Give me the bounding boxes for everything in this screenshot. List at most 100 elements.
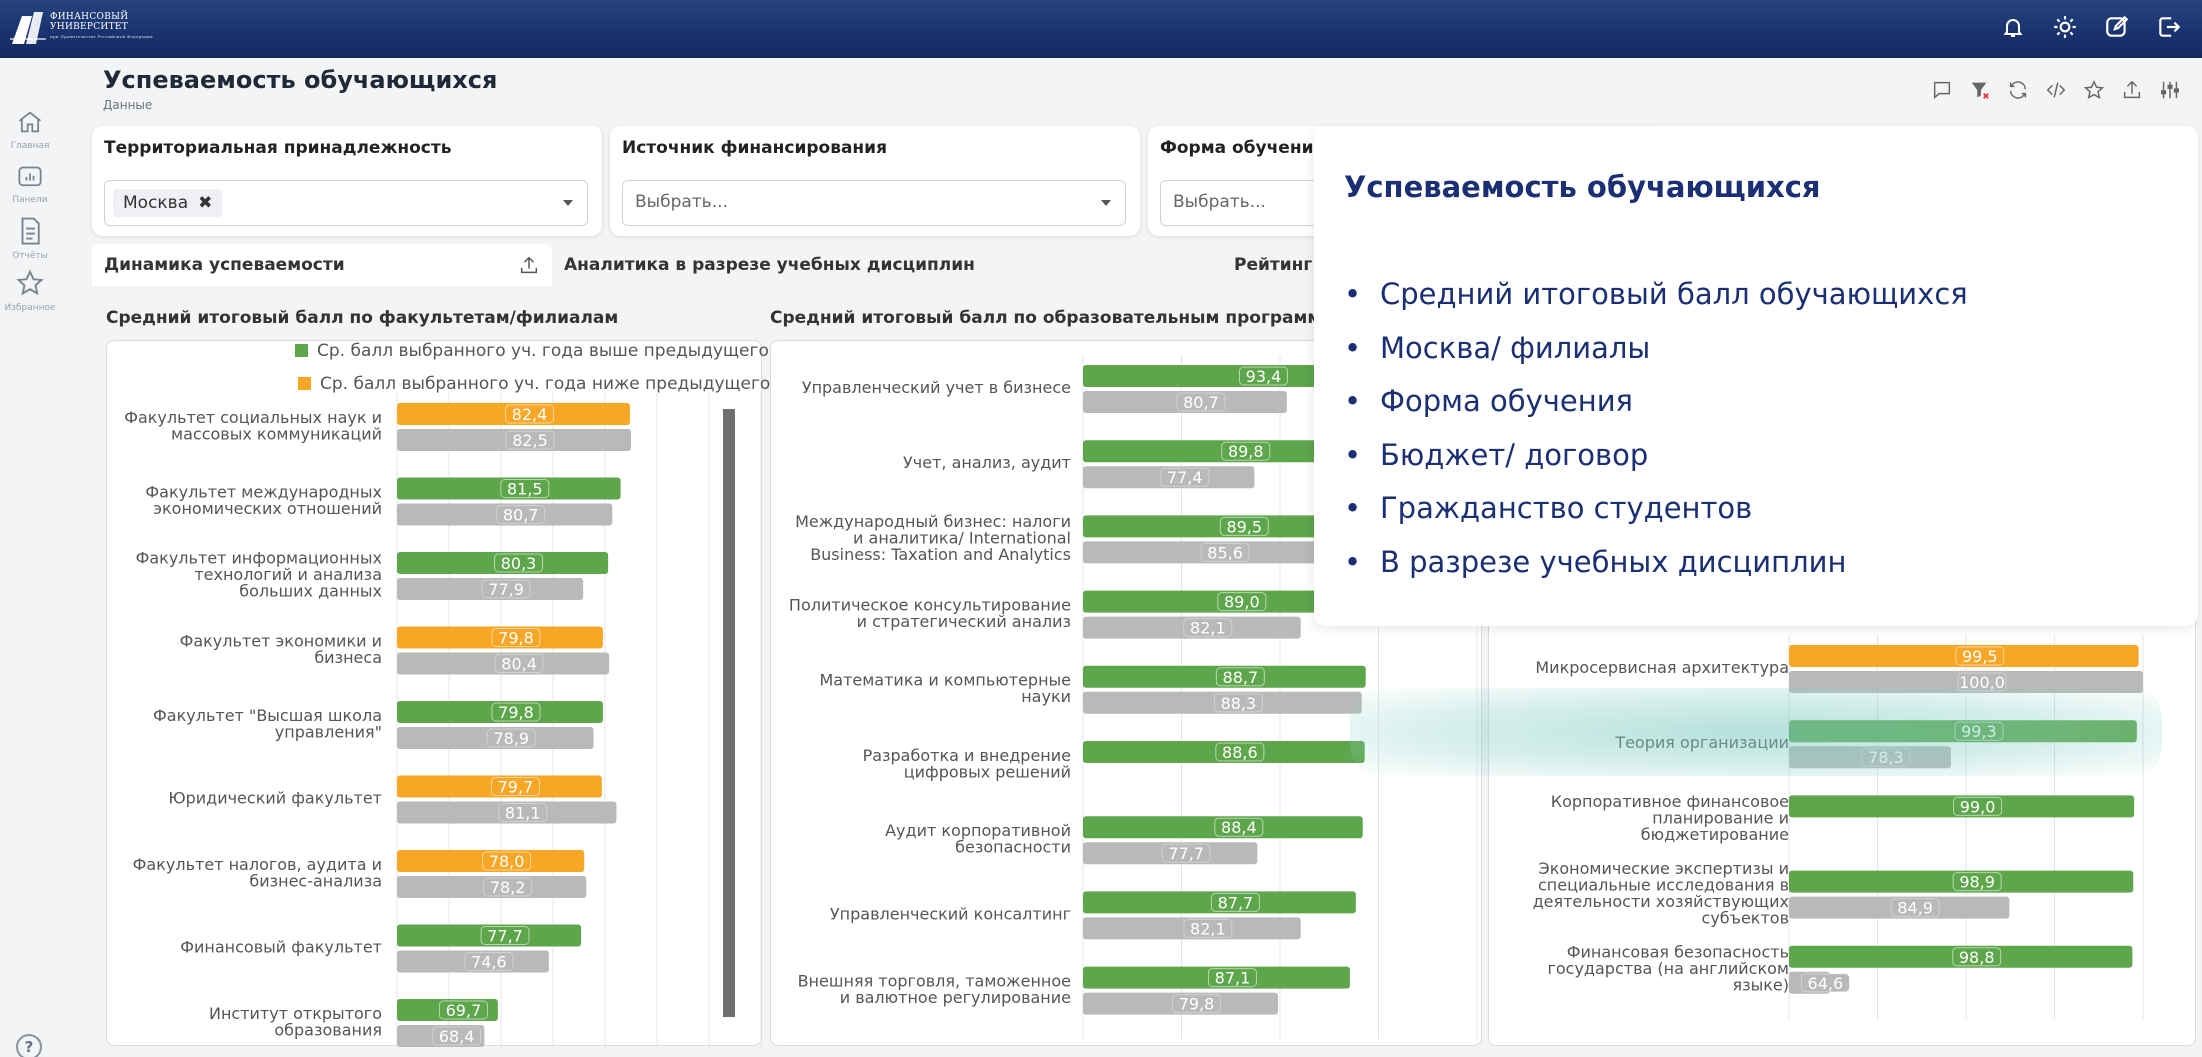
category-label: Международный бизнес: налоги и аналитика/… <box>795 512 1071 564</box>
value-label: 80,3 <box>501 554 537 573</box>
export-icon[interactable] <box>518 254 540 281</box>
sidebar-item-reports[interactable]: Отчёты <box>0 216 60 261</box>
funding-select[interactable]: Выбрать... <box>622 180 1126 226</box>
sidebar: Главная Панели Отчёты Избранное <box>0 58 60 1057</box>
value-label: 89,0 <box>1224 593 1260 612</box>
filter-funding: Источник финансирования Выбрать... <box>610 126 1140 236</box>
value-label: 79,8 <box>498 703 534 722</box>
share-icon[interactable] <box>2118 76 2146 104</box>
star-icon[interactable] <box>2080 76 2108 104</box>
dashboard-icon <box>18 166 42 187</box>
filter-clear-icon[interactable] <box>1966 76 1994 104</box>
tab-dynamics[interactable]: Динамика успеваемости <box>92 244 552 286</box>
chip-label: Москва <box>123 193 189 213</box>
refresh-icon[interactable] <box>2004 76 2032 104</box>
overlay-title: Успеваемость обучающихся <box>1344 170 1821 204</box>
category-label: Факультет экономики и бизнеса <box>180 631 382 667</box>
category-label: Факультет "Высшая школа управления" <box>153 706 382 742</box>
settings-icon[interactable] <box>2156 76 2184 104</box>
value-label: 99,0 <box>1960 797 1996 816</box>
sidebar-item-label: Панели <box>12 195 48 205</box>
value-label: 79,8 <box>498 629 534 648</box>
value-label: 82,4 <box>512 405 548 424</box>
category-label: Корпоративное финансовое планирование и бю… <box>1551 792 1789 844</box>
edit-icon[interactable] <box>2100 10 2134 44</box>
value-label: 87,7 <box>1218 893 1254 912</box>
value-label: 69,7 <box>446 1001 482 1020</box>
category-label: Факультет информационных технологий и ана… <box>136 549 382 601</box>
select-placeholder: Выбрать... <box>635 192 728 212</box>
overlay-list-item: Бюджет/ договор <box>1344 435 1968 489</box>
category-label: Факультет социальных наук и массовых комм… <box>124 408 382 444</box>
faculties-chart-panel: Ср. балл выбранного уч. года выше предыд… <box>106 340 770 1047</box>
filter-label: Источник финансирования <box>622 138 888 158</box>
value-label: 80,7 <box>503 506 539 525</box>
value-label: 64,6 <box>1808 974 1844 993</box>
sidebar-item-favorites[interactable]: Избранное <box>0 268 60 313</box>
filter-label: Форма обучения <box>1160 138 1325 158</box>
value-label: 85,6 <box>1207 543 1243 562</box>
category-label: Управленческий учет в бизнесе <box>802 378 1071 397</box>
value-label: 87,1 <box>1215 969 1251 988</box>
value-label: 93,4 <box>1246 367 1282 386</box>
value-label: 82,1 <box>1190 919 1226 938</box>
value-label: 89,5 <box>1226 517 1262 536</box>
scrollbar[interactable] <box>723 409 735 1017</box>
faculties-bar-chart: Факультет социальных наук и массовых комм… <box>124 393 762 1047</box>
star-icon <box>16 269 44 296</box>
chevron-down-icon[interactable] <box>563 200 573 206</box>
category-label: Финансовая безопасность государства (на а… <box>1547 942 1789 994</box>
value-label: 82,1 <box>1190 619 1226 638</box>
value-label: 84,9 <box>1897 899 1933 918</box>
value-label: 80,7 <box>1183 393 1219 412</box>
value-label: 78,2 <box>490 878 526 897</box>
logout-icon[interactable] <box>2152 10 2186 44</box>
category-label: Математика и компьютерные науки <box>819 671 1071 707</box>
sidebar-item-label: Главная <box>10 141 50 151</box>
code-icon[interactable] <box>2042 76 2070 104</box>
value-label: 88,7 <box>1223 668 1259 687</box>
university-logo[interactable]: ФИНАНСОВЫЙ УНИВЕРСИТЕТ при Правительстве… <box>10 8 153 46</box>
category-label: Юридический факультет <box>168 789 382 808</box>
close-icon[interactable]: ✖ <box>198 193 212 213</box>
filter-label: Территориальная принадлежность <box>104 138 452 158</box>
help-icon[interactable]: ? <box>16 1034 42 1057</box>
value-label: 79,8 <box>1179 995 1215 1014</box>
value-label: 81,1 <box>505 804 541 823</box>
value-label: 77,9 <box>488 580 524 599</box>
sidebar-item-label: Избранное <box>4 303 56 313</box>
sidebar-item-panels[interactable]: Панели <box>0 164 60 205</box>
tab-label: Аналитика в разрезе учебных дисциплин <box>564 255 975 275</box>
value-label: 89,8 <box>1228 442 1264 461</box>
tab-label: Динамика успеваемости <box>104 255 345 275</box>
sun-icon[interactable] <box>2048 10 2082 44</box>
category-label: Внешняя торговля, таможенное и валютное р… <box>798 971 1071 1007</box>
category-label: Финансовый факультет <box>180 938 382 957</box>
sidebar-item-home[interactable]: Главная <box>0 108 60 151</box>
category-label: Экономические экспертизы и специальные ис… <box>1533 859 1789 928</box>
chevron-down-icon[interactable] <box>1101 200 1111 206</box>
top-bar: ФИНАНСОВЫЙ УНИВЕРСИТЕТ при Правительстве… <box>0 0 2202 58</box>
selected-chip: Москва ✖ <box>113 189 223 217</box>
category-label: Факультет налогов, аудита и бизнес-анализ… <box>133 855 382 891</box>
sidebar-item-label: Отчёты <box>12 251 48 261</box>
value-label: 77,7 <box>487 927 523 946</box>
value-label: 68,4 <box>439 1027 475 1046</box>
info-overlay-card: Успеваемость обучающихся Средний итоговы… <box>1314 126 2198 626</box>
category-label: Аудит корпоративной безопасности <box>885 821 1071 857</box>
territory-select[interactable]: Москва ✖ <box>104 180 588 226</box>
value-label: 80,4 <box>501 655 537 674</box>
top-icons <box>1996 10 2186 44</box>
value-label: 74,6 <box>471 953 507 972</box>
value-label: 99,5 <box>1962 647 1998 666</box>
bell-icon[interactable] <box>1996 10 2030 44</box>
home-icon <box>18 111 42 133</box>
category-label: Политическое консультирование и стратегич… <box>789 595 1071 631</box>
tab-disciplines[interactable]: Аналитика в разрезе учебных дисциплин <box>552 244 1192 286</box>
comment-icon[interactable] <box>1928 76 1956 104</box>
value-label: 79,7 <box>498 778 534 797</box>
value-label: 81,5 <box>507 480 543 499</box>
value-label: 78,0 <box>489 852 525 871</box>
value-label: 88,6 <box>1222 743 1258 762</box>
report-icon <box>21 217 40 245</box>
